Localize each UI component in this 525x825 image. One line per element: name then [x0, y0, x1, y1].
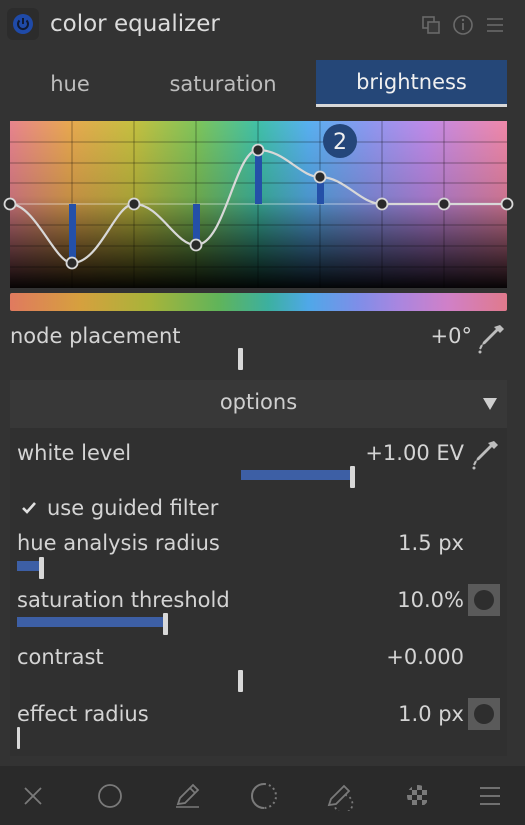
options-section-header[interactable]: options — [10, 380, 507, 428]
checker-icon[interactable] — [400, 778, 436, 814]
collapse-triangle-icon[interactable] — [482, 396, 498, 412]
checkmark-icon — [22, 502, 36, 514]
node-placement-slider[interactable] — [10, 348, 470, 370]
node-placement-label: node placement — [10, 324, 181, 348]
node-placement-value: +0° — [430, 324, 472, 348]
curve-node[interactable] — [3, 197, 17, 211]
effect-radius-value: 1.0 px — [398, 702, 464, 726]
curve-node[interactable] — [313, 170, 327, 184]
white-level-label: white level — [17, 441, 132, 465]
guided-filter-label[interactable]: use guided filter — [47, 496, 218, 520]
options-title: options — [219, 390, 298, 414]
curve-node[interactable] — [251, 143, 265, 157]
reset-icon[interactable] — [452, 14, 474, 36]
contrast-label: contrast — [17, 645, 104, 669]
pencil-icon[interactable] — [169, 778, 205, 814]
curve-node[interactable] — [189, 238, 203, 252]
guided-filter-checkbox[interactable] — [17, 496, 41, 520]
blend-mask-toolbar — [0, 766, 525, 825]
effect-radius-handle[interactable] — [17, 727, 20, 749]
brightness-curve-graph[interactable]: 2 — [3, 121, 514, 288]
contrast-handle[interactable] — [238, 670, 243, 692]
power-icon — [13, 14, 33, 34]
saturation-threshold-mask-toggle[interactable] — [468, 584, 500, 616]
curve-node[interactable] — [65, 256, 79, 270]
contrast-value: +0.000 — [386, 645, 464, 669]
hue-analysis-radius-handle[interactable] — [39, 557, 44, 579]
close-icon[interactable] — [15, 778, 51, 814]
contrast-slider[interactable] — [17, 670, 467, 692]
tab-hue[interactable]: hue — [10, 60, 130, 107]
hue-gradient-bar — [10, 293, 507, 311]
curve-node[interactable] — [500, 197, 514, 211]
white-level-fill — [241, 470, 351, 480]
tab-bar: hue saturation brightness — [10, 60, 507, 107]
white-level-value: +1.00 EV — [365, 441, 464, 465]
hue-analysis-radius-value: 1.5 px — [398, 531, 464, 555]
node-placement-handle[interactable] — [238, 348, 243, 370]
node-placement-picker-icon[interactable] — [474, 321, 508, 355]
tab-saturation[interactable]: saturation — [160, 60, 286, 107]
white-level-handle[interactable] — [350, 466, 355, 488]
saturation-threshold-handle[interactable] — [163, 613, 168, 635]
hue-analysis-radius-slider[interactable] — [17, 557, 467, 579]
effect-radius-slider[interactable] — [17, 727, 467, 749]
dotted-circle-icon[interactable] — [246, 778, 282, 814]
white-level-slider[interactable] — [17, 466, 467, 488]
tab-brightness[interactable]: brightness — [316, 60, 507, 107]
effect-radius-label: effect radius — [17, 702, 149, 726]
module-header: color equalizer — [0, 0, 525, 52]
hue-analysis-radius-label: hue analysis radius — [17, 531, 220, 555]
menu-icon[interactable] — [472, 778, 508, 814]
circle-icon[interactable] — [92, 778, 128, 814]
selected-node-badge-label: 2 — [333, 130, 347, 155]
pencil-dotted-icon[interactable] — [323, 778, 359, 814]
effect-radius-mask-toggle[interactable] — [468, 698, 500, 730]
saturation-threshold-label: saturation threshold — [17, 588, 230, 612]
power-button[interactable] — [7, 8, 39, 40]
white-level-picker-icon[interactable] — [468, 437, 502, 471]
curve-node[interactable] — [127, 197, 141, 211]
saturation-threshold-fill — [17, 617, 163, 627]
mask-circle-icon — [474, 590, 494, 610]
curve-node[interactable] — [437, 197, 451, 211]
mask-circle-icon — [474, 704, 494, 724]
module-title: color equalizer — [50, 11, 220, 37]
saturation-threshold-slider[interactable] — [17, 613, 467, 635]
curve-node[interactable] — [375, 197, 389, 211]
hue-analysis-radius-fill — [17, 561, 39, 571]
presets-menu-icon[interactable] — [484, 14, 506, 36]
multi-instance-icon[interactable] — [420, 14, 442, 36]
saturation-threshold-value: 10.0% — [397, 588, 464, 612]
